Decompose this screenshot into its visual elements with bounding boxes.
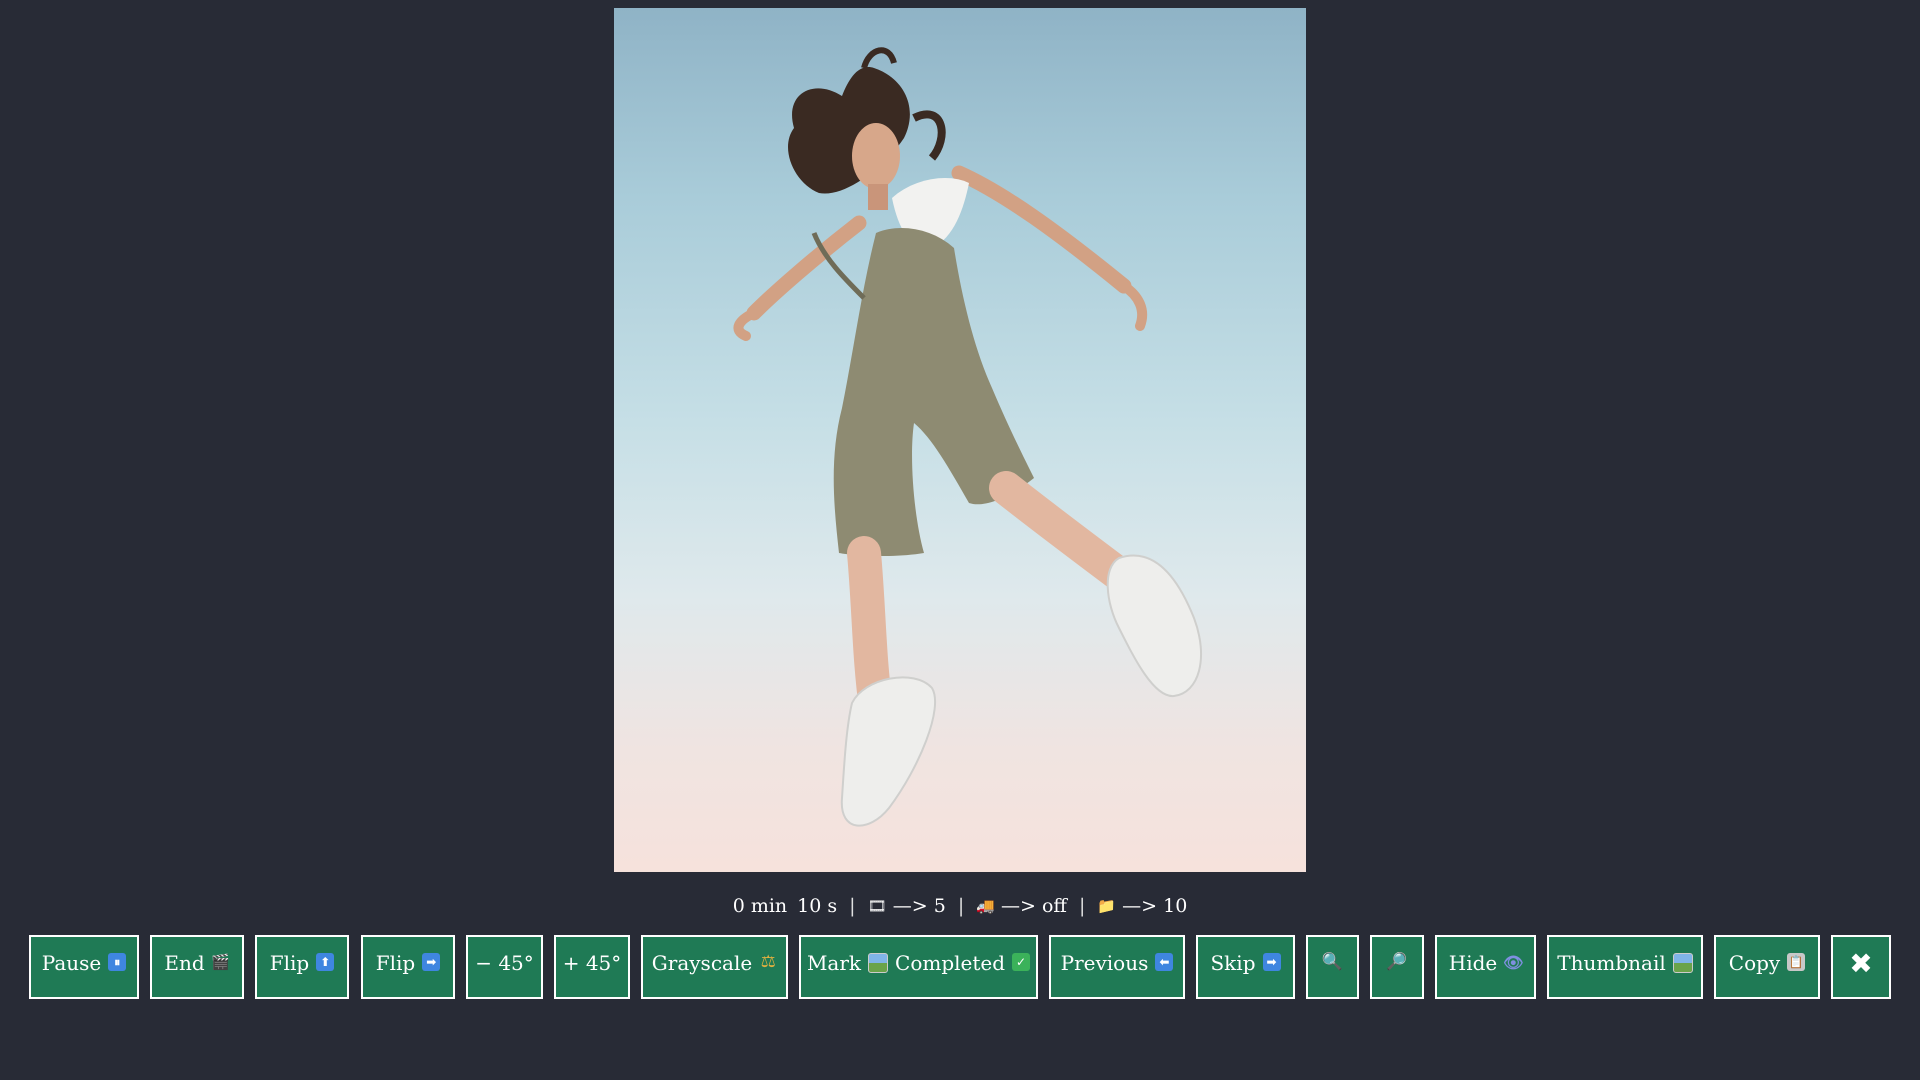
hide-button[interactable]: Hide 👁 <box>1435 935 1536 999</box>
folder-value: 10 <box>1163 895 1188 917</box>
rotate-right-button[interactable]: + 45° <box>554 935 630 999</box>
toolbar: Pause ⏸ End 🎬 Flip ⬆ Flip ➡ − 45° + 45° … <box>0 935 1920 1001</box>
balance-scale-icon: ⚖ <box>760 952 776 972</box>
skip-button[interactable]: Skip ➡ <box>1196 935 1295 999</box>
shuffle-value: off <box>1041 895 1067 917</box>
zoom-in-button[interactable]: 🔍 <box>1306 935 1359 999</box>
elapsed-minutes: 0 min <box>732 895 788 917</box>
separator: | <box>957 895 965 917</box>
pause-icon: ⏸ <box>108 953 127 971</box>
grayscale-button[interactable]: Grayscale ⚖ <box>641 935 788 999</box>
jumping-woman-photo <box>733 47 1202 827</box>
separator: | <box>849 895 856 917</box>
clapperboard-icon: 🎬 <box>211 953 230 971</box>
pause-button[interactable]: Pause ⏸ <box>29 935 139 999</box>
close-button[interactable]: ✖ <box>1831 935 1891 999</box>
status-bar: 0 min 10 s | 🎞 —> 5 | 🚚 —> off | 📁 —> 10 <box>0 890 1920 920</box>
thumbnail-button[interactable]: Thumbnail <box>1547 935 1703 999</box>
folder-icon: 📁 <box>1097 897 1117 915</box>
picture-icon <box>1672 953 1693 973</box>
checkmark-icon: ✓ <box>1012 953 1031 971</box>
arrow: —> <box>892 895 928 917</box>
slideshow-value: 5 <box>933 895 946 917</box>
photo-viewer[interactable] <box>614 8 1306 872</box>
rotate-left-button[interactable]: − 45° <box>466 935 543 999</box>
arrow-up-icon: ⬆ <box>316 953 335 971</box>
copy-button[interactable]: Copy 📋 <box>1714 935 1820 999</box>
flip-vertical-button[interactable]: Flip ⬆ <box>255 935 349 999</box>
elapsed-seconds: 10 s <box>797 895 838 917</box>
zoom-out-button[interactable]: 🔎 <box>1370 935 1424 999</box>
arrow: —> <box>1001 895 1036 917</box>
clipboard-icon: 📋 <box>1787 953 1806 971</box>
zoom-out-icon: 🔎 <box>1386 952 1408 972</box>
slideshow-icon: 🎞 <box>867 897 887 915</box>
arrow-left-icon: ⬅ <box>1155 953 1174 971</box>
mark-completed-button[interactable]: Mark Completed ✓ <box>799 935 1038 999</box>
picture-icon <box>868 953 889 973</box>
separator: | <box>1078 895 1086 917</box>
arrow: —> <box>1122 895 1158 917</box>
close-icon: ✖ <box>1849 947 1873 980</box>
previous-button[interactable]: Previous ⬅ <box>1049 935 1185 999</box>
zoom-in-icon: 🔍 <box>1321 952 1344 972</box>
shuffle-icon: 🚚 <box>976 897 995 915</box>
arrow-right-icon: ➡ <box>1262 953 1281 971</box>
eye-icon: 👁 <box>1503 952 1524 972</box>
arrow-right-icon: ➡ <box>422 953 441 971</box>
flip-horizontal-button[interactable]: Flip ➡ <box>361 935 455 999</box>
end-button[interactable]: End 🎬 <box>150 935 244 999</box>
